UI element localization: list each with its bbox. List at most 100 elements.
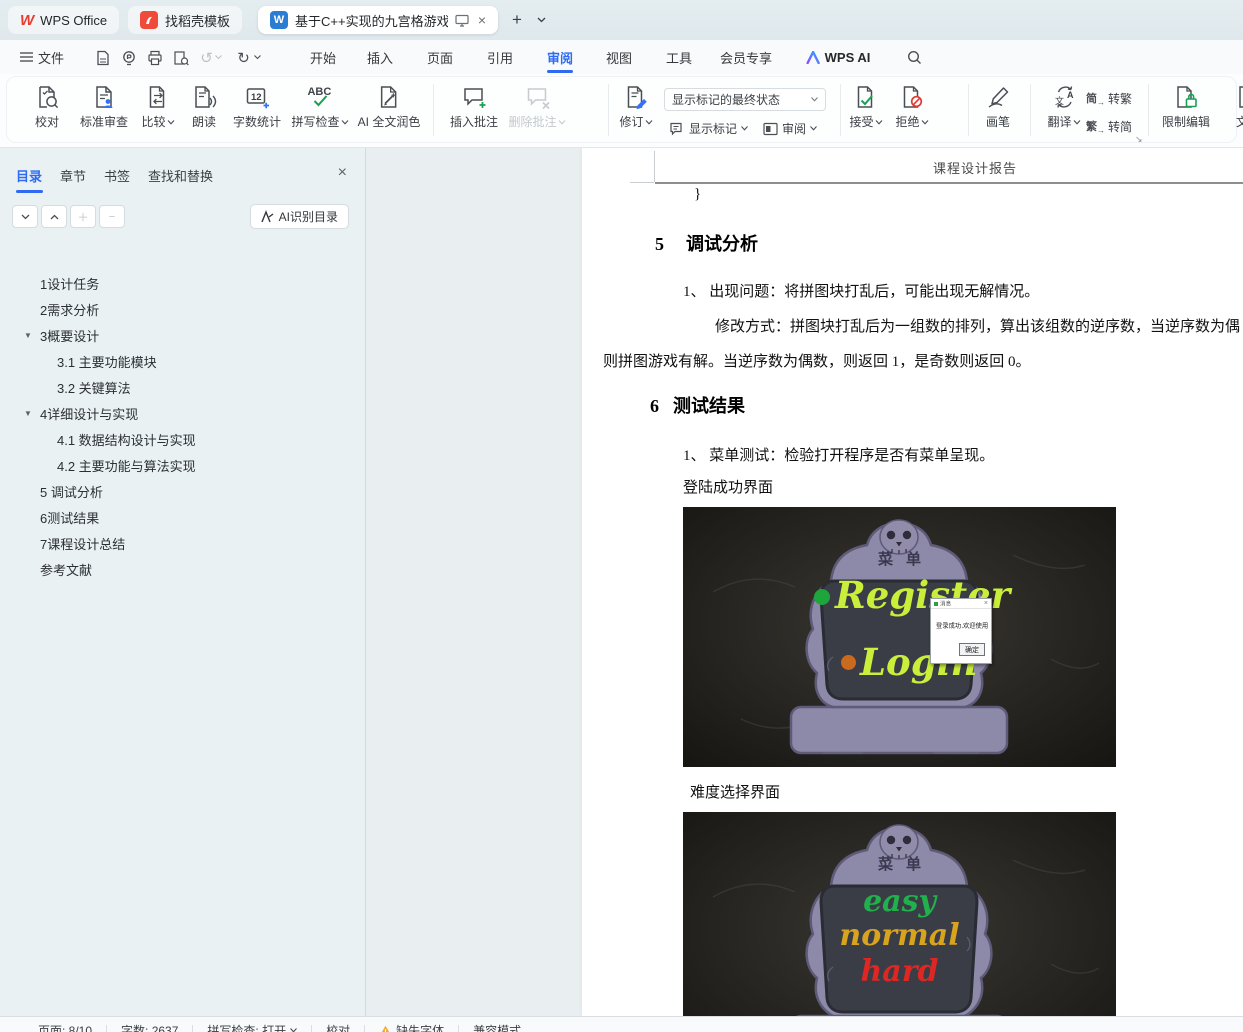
sidebar-close-icon[interactable]: × [338,164,347,182]
toc-item[interactable]: ▼ 4详细设计与实现 [0,400,365,426]
menu-wps-ai[interactable]: WPS AI [802,40,875,74]
tab-list-chevron-icon[interactable] [530,9,552,31]
paragraph: 修改方式：拼图块打乱后为一组数的排列，算出该组数的逆序数，当逆序数为偶 [715,319,1241,335]
menu-page[interactable]: 页面 [423,40,457,74]
doc-permission-button[interactable]: 文档 [1235,84,1243,129]
navigation-sidebar: 目录 章节 书签 查找和替换 × ＋ − AI识别目录 1设计任务 2需求分析 … [0,148,366,1016]
translate-button[interactable]: 文A 翻译 [1047,84,1081,129]
toc-zoom-in-button[interactable]: ＋ [70,205,96,228]
toc-item[interactable]: 7课程设计总结 [0,530,365,556]
toc-item[interactable]: ▼ 3概要设计 [0,322,365,348]
sidebar-tab-toc[interactable]: 目录 [16,166,44,193]
standard-review-button[interactable]: 标准审查 [80,84,128,129]
search-icon[interactable] [905,48,924,67]
ai-recognize-toc-button[interactable]: AI识别目录 [249,204,349,229]
restrict-edit-button[interactable]: 限制编辑 [1162,84,1210,129]
svg-text:A: A [1066,90,1073,100]
menu-home[interactable]: 开始 [306,40,340,74]
revision-icon [627,86,647,110]
document-area[interactable]: 课程设计报告 } 5 调试分析 1、 出现问题：将拼图块打乱后，可能出现无解情况。… [366,148,1243,1016]
close-tab-icon[interactable]: × [478,12,486,28]
toc-item[interactable]: 4.1 数据结构设计与实现 [0,426,365,452]
save-icon[interactable] [93,48,112,67]
show-markup-button[interactable]: 显示标记 [670,120,748,137]
export-pdf-icon[interactable] [119,48,138,67]
read-aloud-button[interactable]: 朗读 [191,84,217,129]
embedded-image-login-success[interactable]: 菜单 Register Login 消息 × 登录成功,欢迎使用 确定 [683,507,1116,767]
accept-button[interactable]: 接受 [849,84,883,129]
status-proofread[interactable]: 校对 [326,1022,350,1032]
toc-item[interactable]: 参考文献 [0,556,365,582]
proofread-button[interactable]: 校对 [34,84,60,129]
delete-comment-button[interactable]: 删除批注 [508,84,566,129]
to-simplified-button[interactable]: 繁→ 转简 [1086,118,1132,135]
menu-tools[interactable]: 工具 [662,40,696,74]
new-tab-button[interactable]: + [506,9,528,31]
toc-collapse-button[interactable] [12,205,38,228]
menu-view[interactable]: 视图 [602,40,636,74]
ai-recognize-icon [261,210,274,223]
tab-document[interactable]: W 基于C++实现的九宫格游戏的 × [258,6,498,34]
sidebar-tab-sections[interactable]: 章节 [60,166,86,185]
word-count-button[interactable]: 12 字数统计 [233,84,281,129]
markup-state-select[interactable]: 显示标记的最终状态 [664,88,826,111]
compare-button[interactable]: 比较 [141,84,175,129]
menu-reference[interactable]: 引用 [483,40,517,74]
document-page[interactable]: 课程设计报告 } 5 调试分析 1、 出现问题：将拼图块打乱后，可能出现无解情况。… [582,148,1243,1016]
wps-logo-icon: W [20,11,34,29]
revision-button[interactable]: 修订 [619,84,653,129]
redo-chevron-icon[interactable] [252,48,262,67]
toc-item[interactable]: 6测试结果 [0,504,365,530]
menu-insert[interactable]: 插入 [363,40,397,74]
menu-bar: 文件 ↺ ↻ 开始 插入 页面 引用 审阅 视图 工具 会员专享 WPS AI [0,40,1243,106]
menu-file[interactable]: 文件 [16,40,68,74]
status-compat-mode[interactable]: 兼容模式 [473,1022,521,1032]
ai-polish-button[interactable]: AI 全文润色 [358,84,420,129]
toc-expand-button[interactable] [41,205,67,228]
spell-check-button[interactable]: ABC 拼写检查 [291,84,349,129]
dialog-message: 登录成功,欢迎使用 [936,622,989,630]
difficulty-normal: normal [839,918,960,953]
collapse-arrow-icon[interactable]: ▼ [24,409,32,418]
menu-review[interactable]: 审阅 [543,40,577,74]
toc-item[interactable]: 1设计任务 [0,270,365,296]
tab-label: 找稻壳模板 [165,13,231,29]
undo-chevron-icon[interactable] [213,48,223,67]
toc-zoom-out-button[interactable]: − [99,205,125,228]
reject-icon [903,86,922,108]
ai-polish-icon [381,86,397,108]
reject-button[interactable]: 拒绝 [895,84,929,129]
toc-item[interactable]: 2需求分析 [0,296,365,322]
game-menu-title: 菜单 [877,857,935,873]
image-caption: 登陆成功界面 [683,480,774,496]
menu-membership[interactable]: 会员专享 [716,40,776,74]
print-icon[interactable] [145,48,164,67]
toc-item[interactable]: 4.2 主要功能与算法实现 [0,452,365,478]
status-word-count[interactable]: 字数: 2637 [121,1022,178,1032]
tab-template-store[interactable]: 找稻壳模板 [128,6,243,34]
review-pane-button[interactable]: 审阅 [763,120,817,137]
collapse-arrow-icon[interactable]: ▼ [24,331,32,340]
status-spell-check[interactable]: 拼写检查: 打开 [207,1022,297,1032]
to-traditional-button[interactable]: 简→ 转繁 [1086,90,1132,107]
embedded-image-difficulty[interactable]: 菜单 easy normal hard [683,812,1116,1016]
pen-button[interactable]: 画笔 [985,84,1011,129]
standard-review-icon [96,86,113,108]
toc-item[interactable]: 5 调试分析 [0,478,365,504]
status-page-number[interactable]: 页面: 8/10 [38,1022,92,1032]
toc-item[interactable]: 3.1 主要功能模块 [0,348,365,374]
redo-icon[interactable]: ↻ [234,48,253,67]
insert-comment-button[interactable]: 插入批注 [450,84,498,129]
image-caption: 难度选择界面 [690,785,781,801]
message-dialog: 消息 × 登录成功,欢迎使用 确定 [930,598,992,664]
toc-item[interactable]: 3.2 关键算法 [0,374,365,400]
pen-icon [988,87,1009,108]
monitor-icon[interactable] [455,14,469,27]
collapse-ribbon-icon[interactable]: ↘ [1135,134,1143,145]
sidebar-tab-bookmarks[interactable]: 书签 [104,166,130,185]
sidebar-tab-find-replace[interactable]: 查找和替换 [148,166,213,185]
print-preview-icon[interactable] [171,48,190,67]
status-missing-font[interactable]: 缺失字体 [379,1022,444,1032]
read-aloud-icon [195,86,217,108]
tab-wps-office[interactable]: W WPS Office [8,6,120,34]
